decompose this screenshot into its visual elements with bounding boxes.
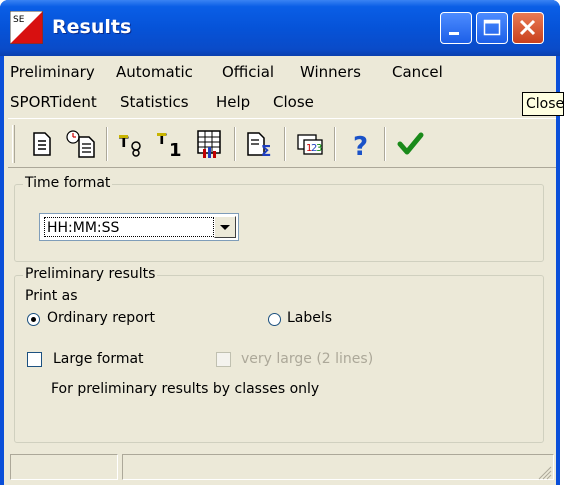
timed-report-button[interactable] [64, 125, 100, 163]
filter-first-icon: T [119, 135, 141, 157]
app-logo-icon: SE [10, 11, 43, 44]
labels-radio[interactable] [268, 313, 281, 326]
menu-official[interactable]: Official [222, 58, 274, 86]
menu-statistics[interactable]: Statistics [120, 88, 189, 116]
document-icon [33, 132, 51, 156]
menu-close[interactable]: Close [273, 88, 314, 116]
large-format-label[interactable]: Large format [53, 351, 144, 367]
help-button[interactable]: ? [342, 125, 378, 163]
resize-grip-icon[interactable] [536, 464, 552, 480]
preliminary-results-legend: Preliminary results [23, 266, 158, 282]
sum-document-icon: Σ [247, 132, 271, 158]
ordinary-report-radio[interactable] [27, 313, 40, 326]
ok-check-icon [397, 132, 424, 155]
sum-report-button[interactable]: Σ [242, 125, 278, 163]
preliminary-note: For preliminary results by classes only [51, 381, 320, 397]
very-large-label: very large (2 lines) [241, 351, 374, 367]
minimize-icon [449, 32, 459, 35]
menu-sportident[interactable]: SPORTident [10, 88, 97, 116]
menu-automatic[interactable]: Automatic [116, 58, 193, 86]
help-icon: ? [353, 132, 368, 159]
toolbar-separator [334, 127, 336, 161]
grid-chart-icon [197, 130, 221, 158]
rank-one-button[interactable]: T 1 [152, 125, 188, 163]
toolbar-separator [234, 127, 236, 161]
close-window-button[interactable] [512, 12, 544, 44]
svg-text:Σ: Σ [261, 142, 271, 158]
toolbar-separator [384, 127, 386, 161]
large-format-checkbox[interactable] [27, 352, 42, 367]
time-format-select[interactable]: HH:MM:SS [39, 213, 239, 241]
svg-text:1: 1 [169, 140, 182, 158]
close-icon [519, 19, 536, 36]
new-report-button[interactable] [24, 125, 60, 163]
svg-text:SE: SE [13, 15, 25, 25]
chevron-down-icon [220, 225, 230, 230]
very-large-checkbox [216, 352, 231, 367]
minimize-button[interactable] [440, 12, 472, 44]
status-pane-2 [122, 454, 554, 480]
client-area: Preliminary Automatic Official Winners C… [4, 56, 556, 485]
toolbar-separator [106, 127, 108, 161]
preliminary-results-group: Preliminary results Print as Ordinary re… [14, 266, 544, 443]
maximize-icon [483, 19, 501, 36]
numbered-list-button[interactable]: 1 2 3 [292, 125, 328, 163]
toolbar-grip[interactable] [12, 125, 15, 163]
filter-first-button[interactable]: T [114, 125, 150, 163]
time-format-value: HH:MM:SS [44, 217, 214, 237]
labels-label[interactable]: Labels [287, 310, 332, 326]
time-format-legend: Time format [23, 175, 113, 191]
title-bar[interactable]: SE Results [0, 0, 560, 56]
maximize-button[interactable] [476, 12, 508, 44]
status-pane-1 [10, 454, 118, 480]
rank-one-icon: T 1 [157, 132, 182, 158]
time-format-group: Time format HH:MM:SS [14, 175, 544, 262]
numbered-list-icon: 1 2 3 [297, 134, 323, 155]
toolbar-separator [284, 127, 286, 161]
menu-preliminary[interactable]: Preliminary [10, 58, 95, 86]
ok-button[interactable] [392, 125, 428, 163]
print-as-label: Print as [25, 288, 78, 304]
menu-help[interactable]: Help [216, 88, 250, 116]
window-title: Results [52, 16, 132, 38]
menu-cancel[interactable]: Cancel [392, 58, 443, 86]
grid-chart-button[interactable] [192, 125, 228, 163]
menu-winners[interactable]: Winners [300, 58, 361, 86]
clock-document-icon [66, 130, 95, 158]
dropdown-button[interactable] [214, 216, 236, 238]
close-tooltip: Close [522, 92, 564, 116]
ordinary-report-label[interactable]: Ordinary report [47, 310, 155, 326]
status-bar [8, 454, 556, 484]
svg-text:?: ? [353, 132, 368, 159]
results-window: SE Results Preliminary Automatic Officia… [0, 0, 560, 485]
svg-text:3: 3 [316, 143, 322, 154]
toolbar: T T 1 Σ 1 2 3 ? [8, 118, 556, 168]
